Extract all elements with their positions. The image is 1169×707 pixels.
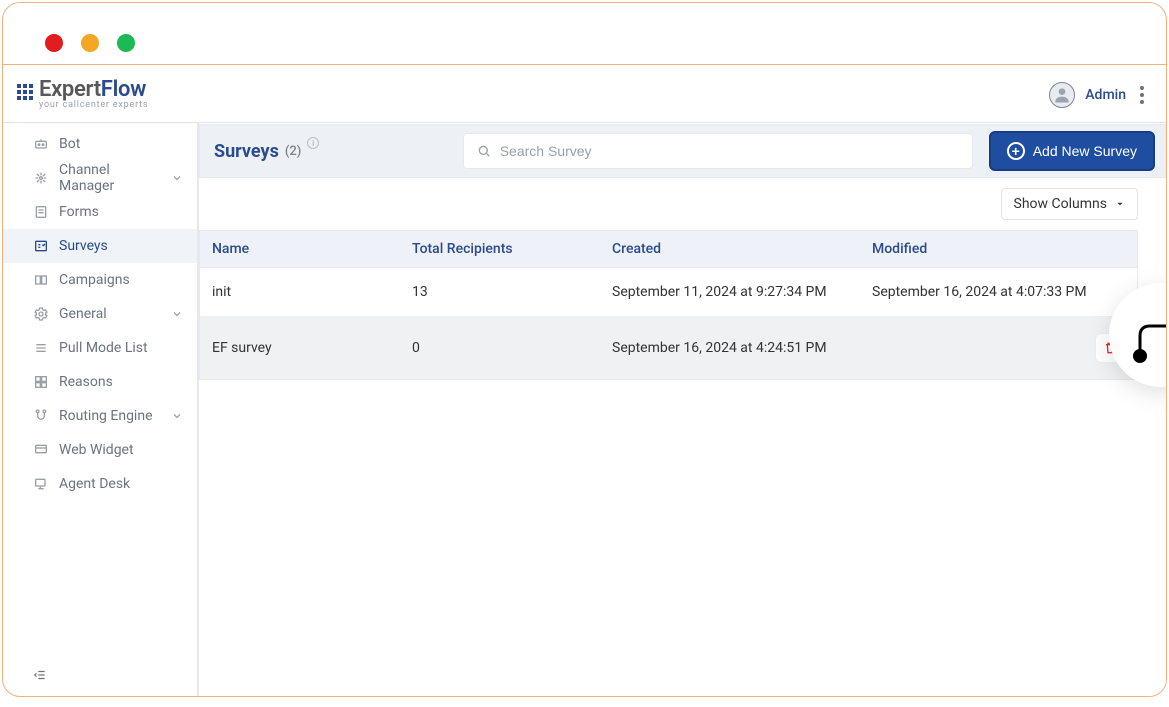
sidebar-item-label: Pull Mode List — [59, 340, 148, 356]
cell-name: init — [200, 268, 400, 317]
widget-icon — [33, 442, 49, 458]
cell-recipients: 0 — [400, 317, 600, 380]
cell-modified: September 16, 2024 at 4:07:33 PM — [860, 268, 1137, 317]
more-menu-icon[interactable] — [1136, 82, 1148, 108]
topbar: ExpertFlow your callcenter experts Admin — [3, 67, 1166, 123]
sidebar-item-label: Channel Manager — [59, 162, 161, 194]
sidebar-item-forms[interactable]: Forms — [3, 195, 197, 229]
main-content: Surveys (2) i + Add New Survey — [199, 123, 1166, 696]
username-label[interactable]: Admin — [1085, 87, 1126, 103]
forms-icon — [33, 204, 49, 220]
minimize-window-icon[interactable] — [81, 34, 99, 52]
column-created[interactable]: Created — [600, 231, 860, 268]
sidebar-item-label: Web Widget — [59, 442, 134, 458]
column-recipients[interactable]: Total Recipients — [400, 231, 600, 268]
chevron-down-icon — [171, 172, 183, 184]
cell-created: September 11, 2024 at 9:27:34 PM — [600, 268, 860, 317]
campaigns-icon — [33, 272, 49, 288]
sidebar-item-bot[interactable]: Bot — [3, 127, 197, 161]
sidebar-item-label: Reasons — [59, 374, 113, 390]
reasons-icon — [33, 374, 49, 390]
add-survey-button[interactable]: + Add New Survey — [989, 131, 1155, 171]
avatar[interactable] — [1049, 82, 1075, 108]
table-row[interactable]: EF survey 0 September 16, 2024 at 4:24:5… — [200, 317, 1137, 380]
cell-recipients: 13 — [400, 268, 600, 317]
window-titlebar — [3, 3, 1166, 65]
pull-mode-icon — [33, 340, 49, 356]
sidebar-item-label: General — [59, 306, 107, 322]
table-row[interactable]: init 13 September 11, 2024 at 9:27:34 PM… — [200, 268, 1137, 317]
browser-window: ExpertFlow your callcenter experts Admin — [2, 2, 1167, 697]
sidebar-item-agent-desk[interactable]: Agent Desk — [3, 467, 197, 501]
app-shell: ExpertFlow your callcenter experts Admin — [3, 65, 1166, 696]
sidebar-item-channel-manager[interactable]: Channel Manager — [3, 161, 197, 195]
show-columns-label: Show Columns — [1014, 196, 1107, 212]
column-name[interactable]: Name — [200, 231, 400, 268]
search-input-wrapper[interactable] — [463, 133, 973, 169]
bot-icon — [33, 136, 49, 152]
sidebar-item-label: Surveys — [59, 238, 108, 254]
caret-down-icon — [1115, 199, 1125, 209]
surveys-icon — [33, 238, 49, 254]
cell-created: September 16, 2024 at 4:24:51 PM — [600, 317, 860, 380]
sidebar-item-reasons[interactable]: Reasons — [3, 365, 197, 399]
brand-tagline: your callcenter experts — [39, 101, 148, 110]
sidebar-item-label: Forms — [59, 204, 99, 220]
brand-name: ExpertFlow — [39, 79, 148, 101]
survey-count: (2) — [285, 144, 301, 159]
show-columns-button[interactable]: Show Columns — [1001, 188, 1138, 220]
sidebar-item-routing[interactable]: Routing Engine — [3, 399, 197, 433]
sidebar-item-pull-mode[interactable]: Pull Mode List — [3, 331, 197, 365]
sidebar-item-label: Routing Engine — [59, 408, 153, 424]
sidebar-item-surveys[interactable]: Surveys — [3, 229, 197, 263]
logo-grid-icon — [17, 84, 33, 100]
sidebar-item-web-widget[interactable]: Web Widget — [3, 433, 197, 467]
add-survey-label: Add New Survey — [1033, 143, 1137, 159]
search-input[interactable] — [500, 143, 960, 159]
sidebar-item-campaigns[interactable]: Campaigns — [3, 263, 197, 297]
sidebar-item-label: Agent Desk — [59, 476, 130, 492]
collapse-sidebar-icon[interactable] — [31, 668, 49, 682]
routing-icon — [33, 408, 49, 424]
page-title: Surveys (2) i — [214, 141, 319, 162]
brand-logo: ExpertFlow your callcenter experts — [17, 79, 148, 110]
chevron-down-icon — [171, 410, 183, 422]
sidebar-item-label: Bot — [59, 136, 80, 152]
maximize-window-icon[interactable] — [117, 34, 135, 52]
table-header-row: Name Total Recipients Created Modified — [200, 231, 1137, 268]
page-toolbar: Surveys (2) i + Add New Survey — [199, 124, 1166, 178]
column-modified[interactable]: Modified — [860, 231, 1137, 268]
chevron-down-icon — [171, 308, 183, 320]
gear-icon — [33, 306, 49, 322]
info-icon[interactable]: i — [307, 137, 319, 149]
sidebar: Bot Channel Manager Forms — [3, 123, 199, 696]
arrow-path-icon — [1126, 300, 1166, 370]
channel-icon — [33, 170, 49, 186]
plus-circle-icon: + — [1007, 142, 1025, 160]
search-icon — [476, 143, 492, 159]
sidebar-item-label: Campaigns — [59, 272, 130, 288]
cell-name: EF survey — [200, 317, 400, 380]
surveys-table: Name Total Recipients Created Modified i… — [199, 230, 1138, 380]
agent-desk-icon — [33, 476, 49, 492]
close-window-icon[interactable] — [45, 34, 63, 52]
sidebar-item-general[interactable]: General — [3, 297, 197, 331]
